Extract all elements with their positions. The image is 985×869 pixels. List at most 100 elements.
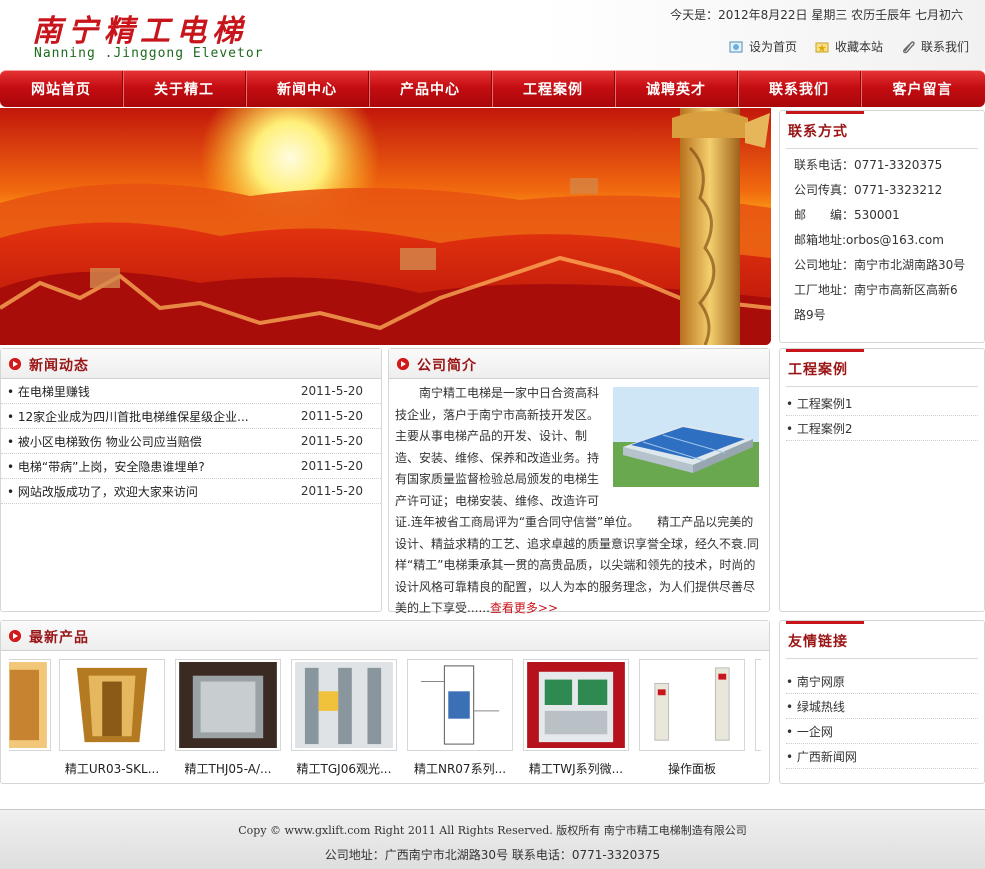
product-label[interactable]: 精工NR07系列... bbox=[407, 760, 513, 777]
product-label[interactable]: 用... bbox=[9, 760, 51, 777]
product-item[interactable]: 用... bbox=[9, 659, 51, 777]
add-favorite-link[interactable]: 收藏本站 bbox=[815, 38, 883, 55]
case-item[interactable]: • 工程案例2 bbox=[786, 416, 978, 441]
product-carousel[interactable]: 用... 精工UR03-SKL... 精工THJ05-A/... bbox=[9, 659, 761, 779]
news-item-title[interactable]: • 12家企业成为四川首批电梯维保星级企业... bbox=[7, 408, 249, 425]
star-folder-icon bbox=[815, 42, 829, 52]
friend-links-panel: 友情链接 • 南宁网原 • 绿城热线 • 一企网 • 广西新闻网 bbox=[779, 620, 985, 784]
product-image bbox=[639, 659, 745, 751]
add-favorite-label: 收藏本站 bbox=[834, 40, 883, 54]
nav-news[interactable]: 新闻中心 bbox=[246, 71, 369, 107]
product-item[interactable]: 精工NR07系列... bbox=[407, 659, 513, 777]
product-image bbox=[523, 659, 629, 751]
paperclip-icon bbox=[902, 40, 915, 53]
product-image bbox=[9, 659, 51, 751]
product-label[interactable]: 精工UR03-SKL... bbox=[59, 760, 165, 777]
footer-address: 公司地址：广西南宁市北湖路30号 联系电话：0771-3320375 bbox=[324, 848, 661, 862]
friend-link[interactable]: • 南宁网原 bbox=[786, 669, 978, 694]
product-image bbox=[59, 659, 165, 751]
intro-title[interactable]: 公司简介 bbox=[417, 355, 477, 375]
news-title[interactable]: 新闻动态 bbox=[29, 355, 89, 375]
cases-list: • 工程案例1 • 工程案例2 bbox=[780, 387, 984, 441]
cases-header: 工程案例 bbox=[786, 349, 978, 387]
news-list: • 在电梯里赚钱 2011-5-20 • 12家企业成为四川首批电梯维保星级企业… bbox=[1, 379, 381, 504]
friend-links-title: 友情链接 bbox=[788, 634, 848, 650]
product-label[interactable]: 精工TGJ06观光... bbox=[291, 760, 397, 777]
product-label[interactable]: 精工TWJ系列微... bbox=[523, 760, 629, 777]
site-footer: Copy © www.gxlift.com Right 2011 All Rig… bbox=[0, 809, 985, 869]
contact-factory-address-cont: 路9号 bbox=[794, 308, 826, 322]
product-item[interactable]: 精工TWJ系列微... bbox=[523, 659, 629, 777]
nav-jobs[interactable]: 诚聘英才 bbox=[615, 71, 738, 107]
set-homepage-label: 设为首页 bbox=[748, 40, 797, 54]
product-item[interactable]: 精工TGJ06观光... bbox=[291, 659, 397, 777]
news-row: • 网站改版成功了，欢迎大家来访问 2011-5-20 bbox=[1, 479, 381, 504]
friend-link[interactable]: • 广西新闻网 bbox=[786, 744, 978, 769]
news-item-title[interactable]: • 电梯“带病”上岗，安全隐患谁埋单? bbox=[7, 458, 205, 475]
news-row: • 12家企业成为四川首批电梯维保星级企业... 2011-5-20 bbox=[1, 404, 381, 429]
header-accent-bar bbox=[786, 621, 864, 624]
products-header: 最新产品 bbox=[1, 621, 769, 651]
contact-header: 联系方式 bbox=[786, 111, 978, 149]
news-header: 新闻动态 bbox=[1, 349, 381, 379]
nav-products[interactable]: 产品中心 bbox=[369, 71, 492, 107]
news-item-date: 2011-5-20 bbox=[300, 434, 363, 448]
nav-home[interactable]: 网站首页 bbox=[0, 71, 123, 107]
intro-header: 公司简介 bbox=[389, 349, 769, 379]
product-image bbox=[755, 659, 761, 751]
see-more-link[interactable]: 查看更多>> bbox=[490, 601, 558, 615]
play-arrow-icon bbox=[9, 358, 21, 370]
news-item-date: 2011-5-20 bbox=[300, 484, 363, 498]
company-intro-panel: 公司简介 南宁精工电梯是一家中日合资高科技企业，落户于南宁市高新技开发区。主要从… bbox=[388, 348, 770, 615]
product-label[interactable]: 精工THJ05-A/... bbox=[175, 760, 281, 777]
logo-chinese[interactable]: 南宁精工电梯 bbox=[32, 6, 248, 50]
news-row: • 在电梯里赚钱 2011-5-20 bbox=[1, 379, 381, 404]
product-item[interactable]: 精工UR03-SKL... bbox=[59, 659, 165, 777]
site-header: 南宁精工电梯 Nanning .Jinggong Elevetor 今天是：20… bbox=[0, 0, 985, 70]
contact-us-label: 联系我们 bbox=[920, 40, 969, 54]
contact-panel: 联系方式 联系电话：0771-3320375 公司传真：0771-3323212… bbox=[779, 110, 985, 343]
product-label[interactable]: 操作面板 bbox=[639, 760, 745, 777]
header-accent-bar bbox=[786, 111, 864, 114]
news-row: • 被小区电梯致伤 物业公司应当赔偿 2011-5-20 bbox=[1, 429, 381, 454]
top-links: 设为首页 收藏本站 联系我们 bbox=[729, 38, 969, 55]
news-item-title[interactable]: • 被小区电梯致伤 物业公司应当赔偿 bbox=[7, 433, 202, 450]
news-panel: 新闻动态 • 在电梯里赚钱 2011-5-20 • 12家企业成为四川首批电梯维… bbox=[0, 348, 382, 612]
product-image bbox=[407, 659, 513, 751]
product-item[interactable]: 操作面板 bbox=[639, 659, 745, 777]
product-item[interactable]: 精工THJ05-A/... bbox=[175, 659, 281, 777]
contact-address: 公司地址：南宁市北湖南路30号 bbox=[794, 258, 966, 272]
main-nav: 网站首页 关于精工 新闻中心 产品中心 工程案例 诚聘英才 联系我们 客户留言 bbox=[0, 70, 985, 107]
nav-about[interactable]: 关于精工 bbox=[123, 71, 246, 107]
nav-cases[interactable]: 工程案例 bbox=[492, 71, 615, 107]
factory-photo bbox=[613, 387, 759, 487]
products-title[interactable]: 最新产品 bbox=[29, 627, 89, 647]
contact-list: 联系电话：0771-3320375 公司传真：0771-3323212 邮 编：… bbox=[780, 149, 984, 328]
product-image bbox=[175, 659, 281, 751]
news-item-date: 2011-5-20 bbox=[300, 409, 363, 423]
date-display: 今天是：2012年8月22日 星期三 农历壬辰年 七月初六 bbox=[670, 8, 963, 22]
contact-fax: 公司传真：0771-3323212 bbox=[794, 183, 943, 197]
friend-link[interactable]: • 绿城热线 bbox=[786, 694, 978, 719]
friend-link[interactable]: • 一企网 bbox=[786, 719, 978, 744]
news-item-title[interactable]: • 网站改版成功了，欢迎大家来访问 bbox=[7, 483, 198, 500]
play-arrow-icon bbox=[397, 358, 409, 370]
case-item[interactable]: • 工程案例1 bbox=[786, 391, 978, 416]
products-panel: 最新产品 用... 精工UR03-SKL... 精工THJ05-A/... bbox=[0, 620, 770, 784]
contact-us-link[interactable]: 联系我们 bbox=[901, 38, 969, 55]
hero-banner bbox=[0, 108, 771, 345]
contact-postcode: 邮 编：530001 bbox=[794, 208, 900, 222]
product-item-partial[interactable] bbox=[755, 659, 761, 751]
news-item-date: 2011-5-20 bbox=[300, 384, 363, 398]
contact-title: 联系方式 bbox=[788, 124, 848, 140]
nav-contact[interactable]: 联系我们 bbox=[738, 71, 861, 107]
friend-links-header: 友情链接 bbox=[786, 621, 978, 659]
nav-message[interactable]: 客户留言 bbox=[861, 71, 984, 107]
product-image bbox=[291, 659, 397, 751]
play-arrow-icon bbox=[9, 630, 21, 642]
contact-email[interactable]: 邮箱地址:orbos@163.com bbox=[794, 228, 984, 253]
news-item-title[interactable]: • 在电梯里赚钱 bbox=[7, 383, 90, 400]
friend-links-list: • 南宁网原 • 绿城热线 • 一企网 • 广西新闻网 bbox=[780, 659, 984, 769]
cases-title[interactable]: 工程案例 bbox=[788, 359, 848, 379]
set-homepage-link[interactable]: 设为首页 bbox=[729, 38, 797, 55]
